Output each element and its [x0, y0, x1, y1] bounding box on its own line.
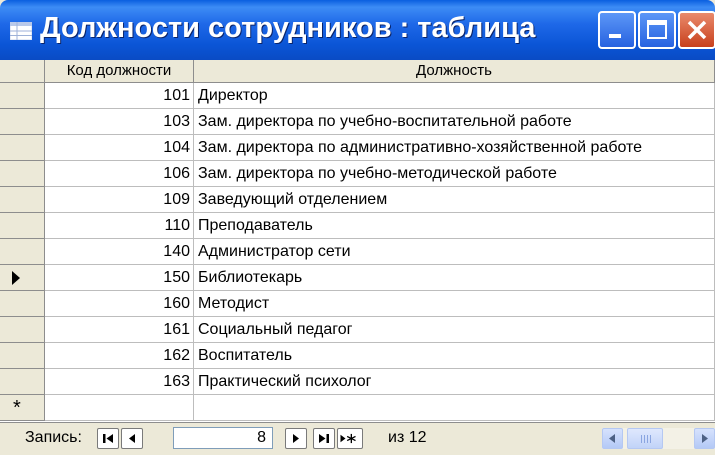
window-title: Должности сотрудников : таблица [40, 12, 536, 44]
record-selector[interactable] [0, 135, 45, 161]
table-row-current[interactable]: 150 Библиотекарь [0, 265, 715, 291]
cell-code[interactable]: 103 [45, 109, 194, 135]
table-row[interactable]: 106 Зам. директора по учебно-методическо… [0, 161, 715, 187]
new-record-marker-icon: * [13, 397, 21, 419]
datasheet-icon[interactable] [10, 22, 32, 40]
cell-position[interactable]: Социальный педагог [194, 317, 715, 343]
table-row[interactable]: 163 Практический психолог [0, 369, 715, 395]
cell-code[interactable]: 160 [45, 291, 194, 317]
table-row[interactable]: 103 Зам. директора по учебно-воспитатель… [0, 109, 715, 135]
previous-record-button[interactable] [121, 428, 143, 449]
maximize-icon [647, 20, 667, 39]
record-selector[interactable] [0, 317, 45, 343]
access-table-window: Должности сотрудников : таблица Код долж… [0, 0, 715, 455]
cell-position[interactable]: Зам. директора по учебно-методической ра… [194, 161, 715, 187]
cell-code-new[interactable] [45, 395, 194, 421]
scroll-right-button[interactable] [694, 428, 715, 449]
first-record-button[interactable] [97, 428, 119, 449]
maximize-button[interactable] [638, 11, 676, 49]
table-row[interactable]: 160 Методист [0, 291, 715, 317]
table-row[interactable]: 110 Преподаватель [0, 213, 715, 239]
record-selector[interactable] [0, 161, 45, 187]
cell-code[interactable]: 101 [45, 83, 194, 109]
horizontal-scrollbar[interactable] [602, 428, 715, 449]
next-record-button[interactable] [285, 428, 307, 449]
cell-position[interactable]: Библиотекарь [194, 265, 715, 291]
cell-position[interactable]: Заведующий отделением [194, 187, 715, 213]
record-navigation-bar: Запись: 8 из 12 [0, 422, 715, 455]
cell-position[interactable]: Администратор сети [194, 239, 715, 265]
record-selector[interactable] [0, 343, 45, 369]
table-row[interactable]: 104 Зам. директора по административно-хо… [0, 135, 715, 161]
new-record-button[interactable] [337, 428, 363, 449]
cell-code[interactable]: 106 [45, 161, 194, 187]
cell-code[interactable]: 104 [45, 135, 194, 161]
last-record-icon [319, 434, 329, 443]
cell-position[interactable]: Зам. директора по административно-хозяйс… [194, 135, 715, 161]
record-selector[interactable] [0, 109, 45, 135]
cell-code[interactable]: 163 [45, 369, 194, 395]
record-selector[interactable] [0, 83, 45, 109]
new-record-icon [340, 433, 356, 444]
cell-position[interactable]: Преподаватель [194, 213, 715, 239]
cell-code[interactable]: 109 [45, 187, 194, 213]
scroll-left-icon [609, 434, 615, 443]
scroll-left-button[interactable] [602, 428, 623, 449]
table-row[interactable]: 162 Воспитатель [0, 343, 715, 369]
record-selector[interactable] [0, 239, 45, 265]
table-row[interactable]: 161 Социальный педагог [0, 317, 715, 343]
last-record-button[interactable] [313, 428, 335, 449]
record-selector[interactable] [0, 187, 45, 213]
cell-code[interactable]: 140 [45, 239, 194, 265]
cell-position[interactable]: Воспитатель [194, 343, 715, 369]
total-records-text: из 12 [388, 429, 427, 446]
cell-position[interactable]: Директор [194, 83, 715, 109]
table-row[interactable]: 140 Администратор сети [0, 239, 715, 265]
record-selector[interactable] [0, 213, 45, 239]
cell-code[interactable]: 150 [45, 265, 194, 291]
select-all-corner[interactable] [0, 60, 45, 83]
record-selector[interactable] [0, 265, 45, 291]
previous-record-icon [129, 434, 135, 443]
first-record-icon [103, 434, 113, 443]
cell-position[interactable]: Зам. директора по учебно-воспитательной … [194, 109, 715, 135]
cell-code[interactable]: 110 [45, 213, 194, 239]
datasheet-grid: Код должности Должность 101 Директор 103… [0, 60, 715, 422]
new-record-row[interactable]: * [0, 395, 715, 421]
title-bar[interactable]: Должности сотрудников : таблица [0, 0, 715, 60]
cell-code[interactable]: 161 [45, 317, 194, 343]
record-selector[interactable] [0, 369, 45, 395]
next-record-icon [293, 434, 299, 443]
record-selector[interactable] [0, 291, 45, 317]
table-row[interactable]: 109 Заведующий отделением [0, 187, 715, 213]
minimize-icon [609, 34, 621, 38]
scroll-thumb[interactable] [627, 428, 663, 449]
close-button[interactable] [678, 11, 715, 49]
cell-position-new[interactable] [194, 395, 715, 421]
current-record-pointer-icon [12, 271, 20, 285]
cell-position[interactable]: Методист [194, 291, 715, 317]
cell-code[interactable]: 162 [45, 343, 194, 369]
column-header-code[interactable]: Код должности [45, 60, 194, 83]
table-row[interactable]: 101 Директор [0, 83, 715, 109]
current-record-field[interactable] [173, 427, 273, 449]
record-label: Запись: [25, 429, 82, 446]
column-header-position[interactable]: Должность [194, 60, 715, 83]
record-selector[interactable]: * [0, 395, 45, 421]
minimize-button[interactable] [598, 11, 636, 49]
scroll-right-icon [702, 434, 708, 443]
cell-position[interactable]: Практический психолог [194, 369, 715, 395]
close-icon [687, 20, 707, 40]
